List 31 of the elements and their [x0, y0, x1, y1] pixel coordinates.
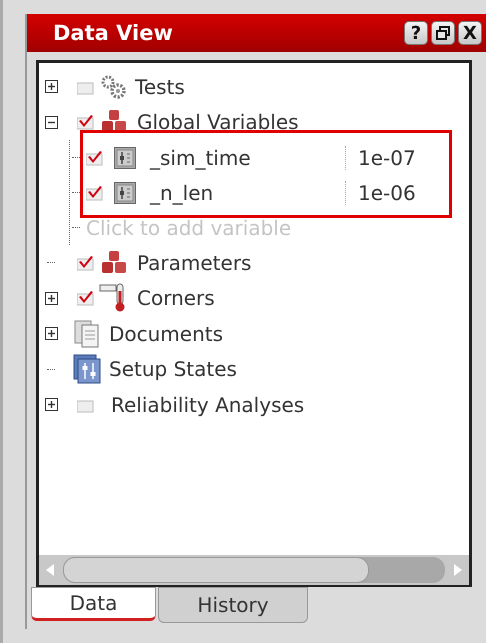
expander-icon[interactable]: [45, 116, 58, 129]
tab[interactable]: Data: [31, 587, 156, 621]
variable-name[interactable]: _n_len: [150, 180, 345, 204]
tree-item-label[interactable]: Setup States: [109, 357, 237, 382]
cubes-icon: [99, 250, 129, 276]
tree-item-label[interactable]: Reliability Analyses: [111, 392, 304, 417]
help-button[interactable]: ?: [404, 21, 428, 45]
expander-icon[interactable]: [45, 327, 58, 340]
tree-item-label[interactable]: Documents: [109, 322, 224, 346]
variable-name[interactable]: _sim_time: [150, 146, 345, 170]
documents-icon: [73, 318, 101, 349]
expander-icon[interactable]: [45, 80, 58, 94]
restore-icon: [436, 26, 450, 40]
tree-item-label[interactable]: Tests: [135, 74, 185, 99]
tree-item-label[interactable]: Parameters: [137, 250, 252, 275]
expander-icon[interactable]: [45, 292, 58, 305]
window-title: Data View: [53, 21, 173, 45]
restore-button[interactable]: [431, 21, 455, 45]
variable-value[interactable]: 1e-07: [345, 146, 416, 170]
gears-icon: [99, 74, 127, 100]
variable-value[interactable]: 1e-06: [345, 180, 416, 204]
sliders-icon: [73, 354, 101, 384]
variable-icon: [114, 146, 136, 168]
horizontal-scrollbar[interactable]: [39, 555, 469, 585]
variable-icon: [114, 182, 136, 204]
tree-item-label[interactable]: Corners: [137, 286, 215, 310]
tree-item-label[interactable]: Global Variables: [137, 110, 299, 134]
tab[interactable]: History: [158, 587, 308, 623]
scrollbar-thumb[interactable]: [63, 557, 369, 583]
close-button[interactable]: X: [458, 21, 482, 45]
expander-icon[interactable]: [45, 398, 58, 412]
